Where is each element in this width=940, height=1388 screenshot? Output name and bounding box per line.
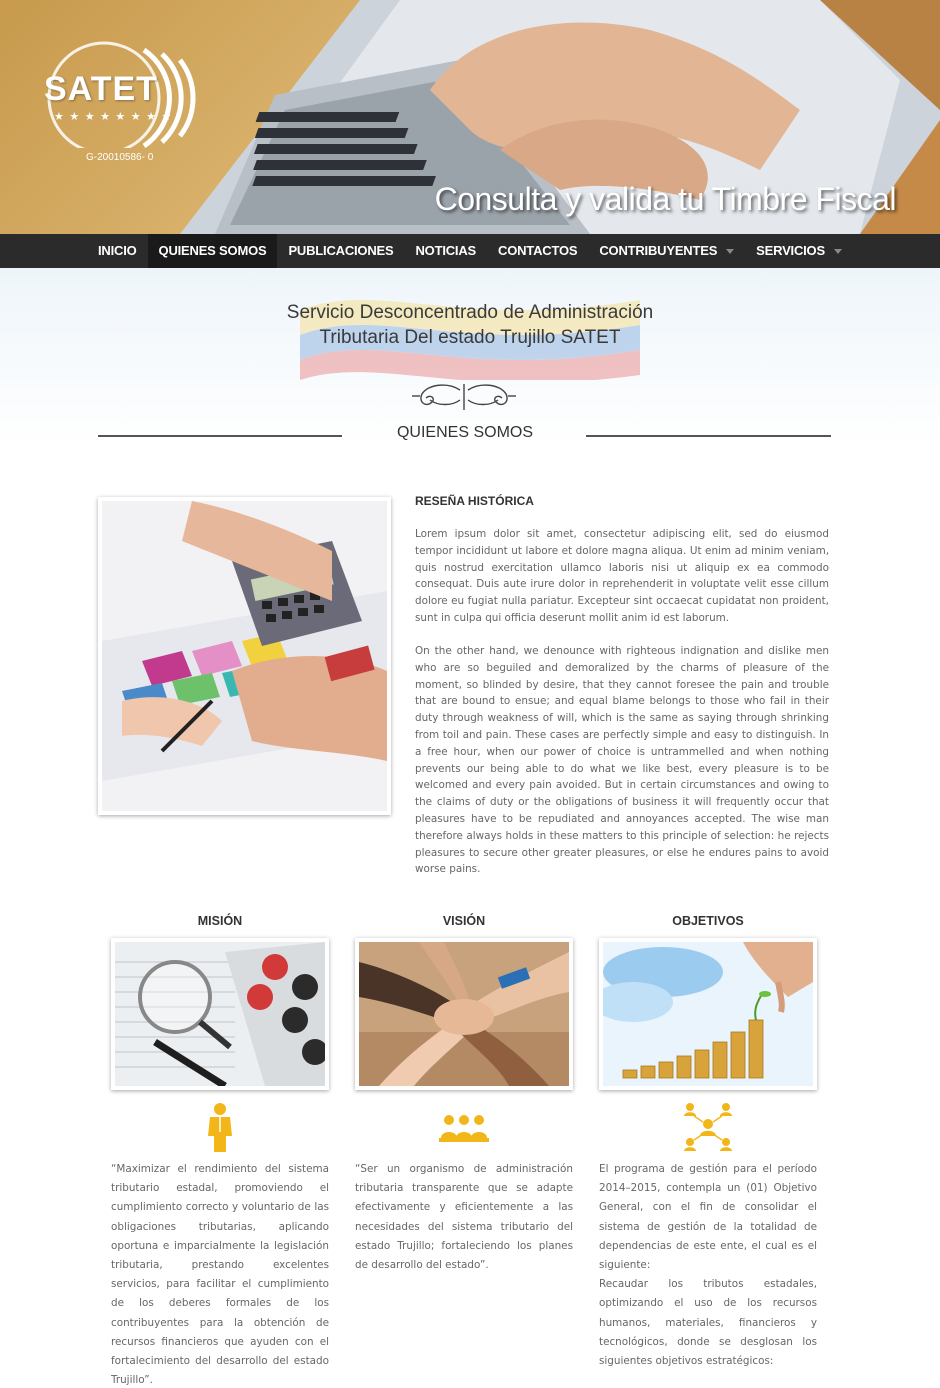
logo-stars: ★ ★ ★ ★ ★ ★ ★ ★ bbox=[54, 110, 173, 123]
caret-down-icon bbox=[726, 249, 735, 255]
history-heading: RESEÑA HISTÓRICA bbox=[415, 494, 534, 508]
hands-together-image bbox=[359, 942, 569, 1086]
nav-item-contribuyentes-label: CONTRIBUYENTES bbox=[599, 243, 718, 258]
history-photo bbox=[98, 497, 391, 815]
site-title-line1: Servicio Desconcentrado de Administració… bbox=[286, 302, 654, 323]
objetivos-text-1: El programa de gestión para el período 2… bbox=[599, 1163, 817, 1272]
objetivos-heading: OBJETIVOS bbox=[672, 914, 744, 928]
section-divider-right bbox=[586, 435, 831, 437]
vision-text: “Ser un organismo de administración trib… bbox=[355, 1163, 573, 1272]
coins-growth-image bbox=[603, 942, 813, 1086]
section-title: QUIENES SOMOS bbox=[396, 424, 534, 441]
nav-item-contactos[interactable]: CONTACTOS bbox=[487, 234, 588, 268]
nav-item-publicaciones[interactable]: PUBLICACIONES bbox=[277, 234, 404, 268]
banner-slogan: Consulta y valida tu Timbre Fiscal bbox=[434, 181, 897, 217]
site-title-line2: Tributaria Del estado Trujillo SATET bbox=[319, 327, 621, 348]
nav-item-quienes-somos[interactable]: QUIENES SOMOS bbox=[147, 234, 278, 268]
person-icon bbox=[111, 1102, 329, 1154]
section-divider-left bbox=[98, 435, 342, 437]
nav-item-servicios-label: SERVICIOS bbox=[756, 243, 825, 258]
objetivos-text: El programa de gestión para el período 2… bbox=[599, 1160, 817, 1371]
nav-item-inicio[interactable]: INICIO bbox=[87, 234, 148, 268]
header-banner: SATET ★ ★ ★ ★ ★ ★ ★ ★ G-20010586- 0 Cons… bbox=[0, 0, 940, 234]
main-nav: INICIO QUIENES SOMOS PUBLICACIONES NOTIC… bbox=[0, 234, 940, 268]
satet-logo[interactable]: SATET ★ ★ ★ ★ ★ ★ ★ ★ G-20010586- 0 bbox=[34, 38, 214, 168]
calculator-charts-image bbox=[102, 501, 387, 811]
vision-heading: VISIÓN bbox=[442, 914, 486, 928]
mision-heading: MISIÓN bbox=[197, 914, 243, 928]
vision-photo bbox=[355, 938, 573, 1090]
calculator-magnifier-image bbox=[115, 942, 325, 1086]
group-icon bbox=[355, 1102, 573, 1154]
nav-item-servicios[interactable]: SERVICIOS bbox=[745, 234, 853, 268]
logo-text: SATET bbox=[44, 70, 158, 108]
history-paragraph-2: On the other hand, we denounce with righ… bbox=[415, 645, 829, 876]
mision-text: “Maximizar el rendimiento del sistema tr… bbox=[111, 1163, 329, 1387]
mision-photo bbox=[111, 938, 329, 1090]
nav-item-contribuyentes[interactable]: CONTRIBUYENTES bbox=[588, 234, 745, 268]
objetivos-photo bbox=[599, 938, 817, 1090]
caret-down-icon bbox=[833, 249, 842, 255]
objetivos-text-2: Recaudar los tributos estadales, optimiz… bbox=[599, 1278, 817, 1368]
logo-code: G-20010586- 0 bbox=[86, 152, 154, 163]
network-people-icon bbox=[599, 1102, 817, 1154]
site-title: Servicio Desconcentrado de Administració… bbox=[240, 300, 700, 350]
history-paragraph-1: Lorem ipsum dolor sit amet, consectetur … bbox=[415, 528, 829, 624]
ornament-divider-icon bbox=[412, 384, 516, 410]
nav-item-noticias[interactable]: NOTICIAS bbox=[404, 234, 487, 268]
